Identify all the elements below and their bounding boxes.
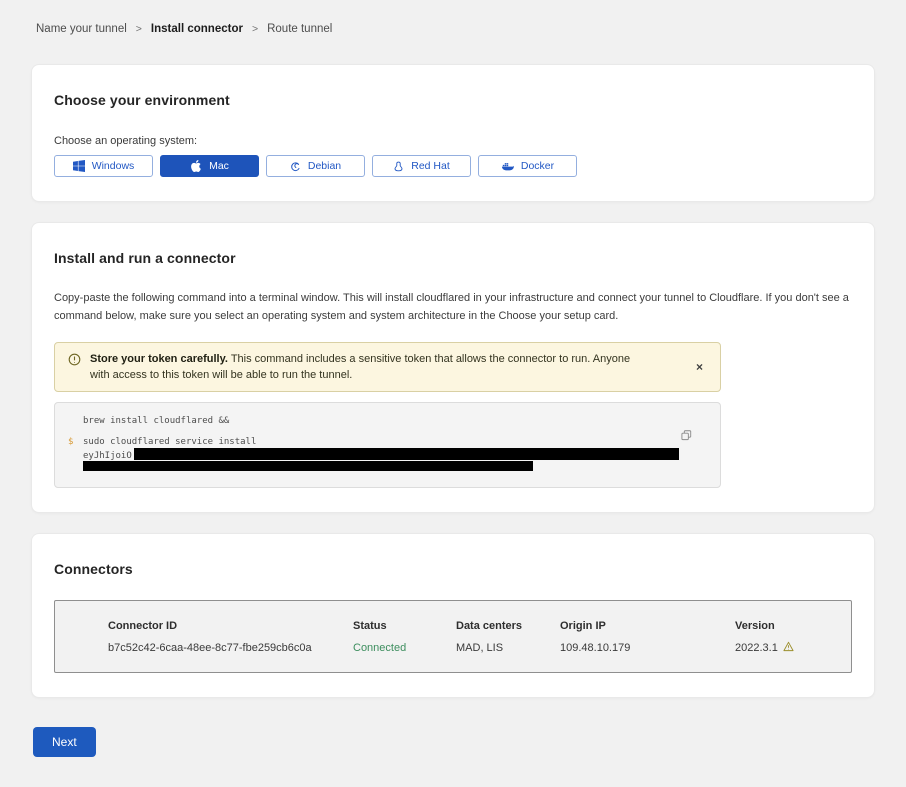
install-card-title: Install and run a connector: [54, 250, 852, 266]
connectors-table-header: Connector ID Status Data centers Origin …: [108, 620, 841, 632]
os-button-label: Docker: [521, 160, 554, 172]
connector-origin-ip-value: 109.48.10.179: [560, 642, 735, 654]
apple-icon: [190, 160, 202, 172]
connector-status-value: Connected: [353, 642, 456, 654]
redacted-token-bar: [134, 448, 679, 460]
breadcrumb-install-connector[interactable]: Install connector: [151, 23, 243, 35]
os-button-label: Debian: [308, 160, 341, 172]
os-button-label: Red Hat: [411, 160, 450, 172]
breadcrumb-separator: >: [136, 23, 142, 35]
code-line-sudo: $sudo cloudflared service install: [83, 437, 680, 448]
breadcrumb-separator: >: [252, 23, 258, 35]
os-select-label: Choose an operating system:: [54, 135, 852, 147]
os-button-redhat[interactable]: Red Hat: [372, 155, 471, 177]
choose-environment-card: Choose your environment Choose an operat…: [31, 64, 875, 202]
connector-version-value: 2022.3.1: [735, 641, 841, 655]
connector-row: b7c52c42-6caa-48ee-8c77-fbe259cb6c0a Con…: [108, 641, 841, 655]
environment-card-title: Choose your environment: [54, 92, 852, 108]
os-button-mac[interactable]: Mac: [160, 155, 259, 177]
breadcrumb-route-tunnel[interactable]: Route tunnel: [267, 23, 332, 35]
col-header-connector-id: Connector ID: [108, 620, 353, 632]
alert-text: Store your token carefully. This command…: [90, 351, 650, 383]
breadcrumb: Name your tunnel > Install connector > R…: [36, 23, 875, 35]
connector-id-value: b7c52c42-6caa-48ee-8c77-fbe259cb6c0a: [108, 642, 353, 654]
version-warning-icon: [783, 641, 794, 655]
connectors-table: Connector ID Status Data centers Origin …: [54, 600, 852, 673]
copy-icon: [681, 429, 692, 444]
shell-prompt: $: [68, 437, 73, 448]
breadcrumb-name-your-tunnel[interactable]: Name your tunnel: [36, 23, 127, 35]
os-button-label: Mac: [209, 160, 229, 172]
info-icon: [68, 353, 81, 371]
alert-title: Store your token carefully.: [90, 353, 228, 365]
next-button[interactable]: Next: [33, 727, 96, 757]
col-header-version: Version: [735, 620, 841, 632]
code-line-token: eyJhIjoiO: [83, 448, 680, 462]
code-line-brew: brew install cloudflared &&: [83, 416, 680, 427]
docker-icon: [501, 161, 514, 172]
alert-close-button[interactable]: ×: [692, 359, 707, 375]
code-line-token-2: [83, 462, 680, 473]
connectors-card-title: Connectors: [54, 561, 852, 577]
debian-icon: [290, 161, 301, 172]
install-description: Copy-paste the following command into a …: [54, 289, 852, 325]
token-warning-alert: Store your token carefully. This command…: [54, 342, 721, 392]
windows-icon: [73, 160, 85, 172]
token-prefix: eyJhIjoiO: [83, 451, 132, 461]
os-button-label: Windows: [92, 160, 135, 172]
connectors-card: Connectors Connector ID Status Data cent…: [31, 533, 875, 698]
col-header-origin-ip: Origin IP: [560, 620, 735, 632]
install-connector-card: Install and run a connector Copy-paste t…: [31, 222, 875, 513]
redacted-token-bar: [83, 461, 533, 471]
os-button-group: Windows Mac Debian Red Hat Docker: [54, 155, 852, 177]
connector-data-centers-value: MAD, LIS: [456, 642, 560, 654]
col-header-data-centers: Data centers: [456, 620, 560, 632]
os-button-windows[interactable]: Windows: [54, 155, 153, 177]
redhat-icon: [393, 161, 404, 172]
copy-command-button[interactable]: [679, 427, 694, 446]
os-button-docker[interactable]: Docker: [478, 155, 577, 177]
install-command-codeblock: brew install cloudflared && $sudo cloudf…: [54, 402, 721, 488]
os-button-debian[interactable]: Debian: [266, 155, 365, 177]
col-header-status: Status: [353, 620, 456, 632]
